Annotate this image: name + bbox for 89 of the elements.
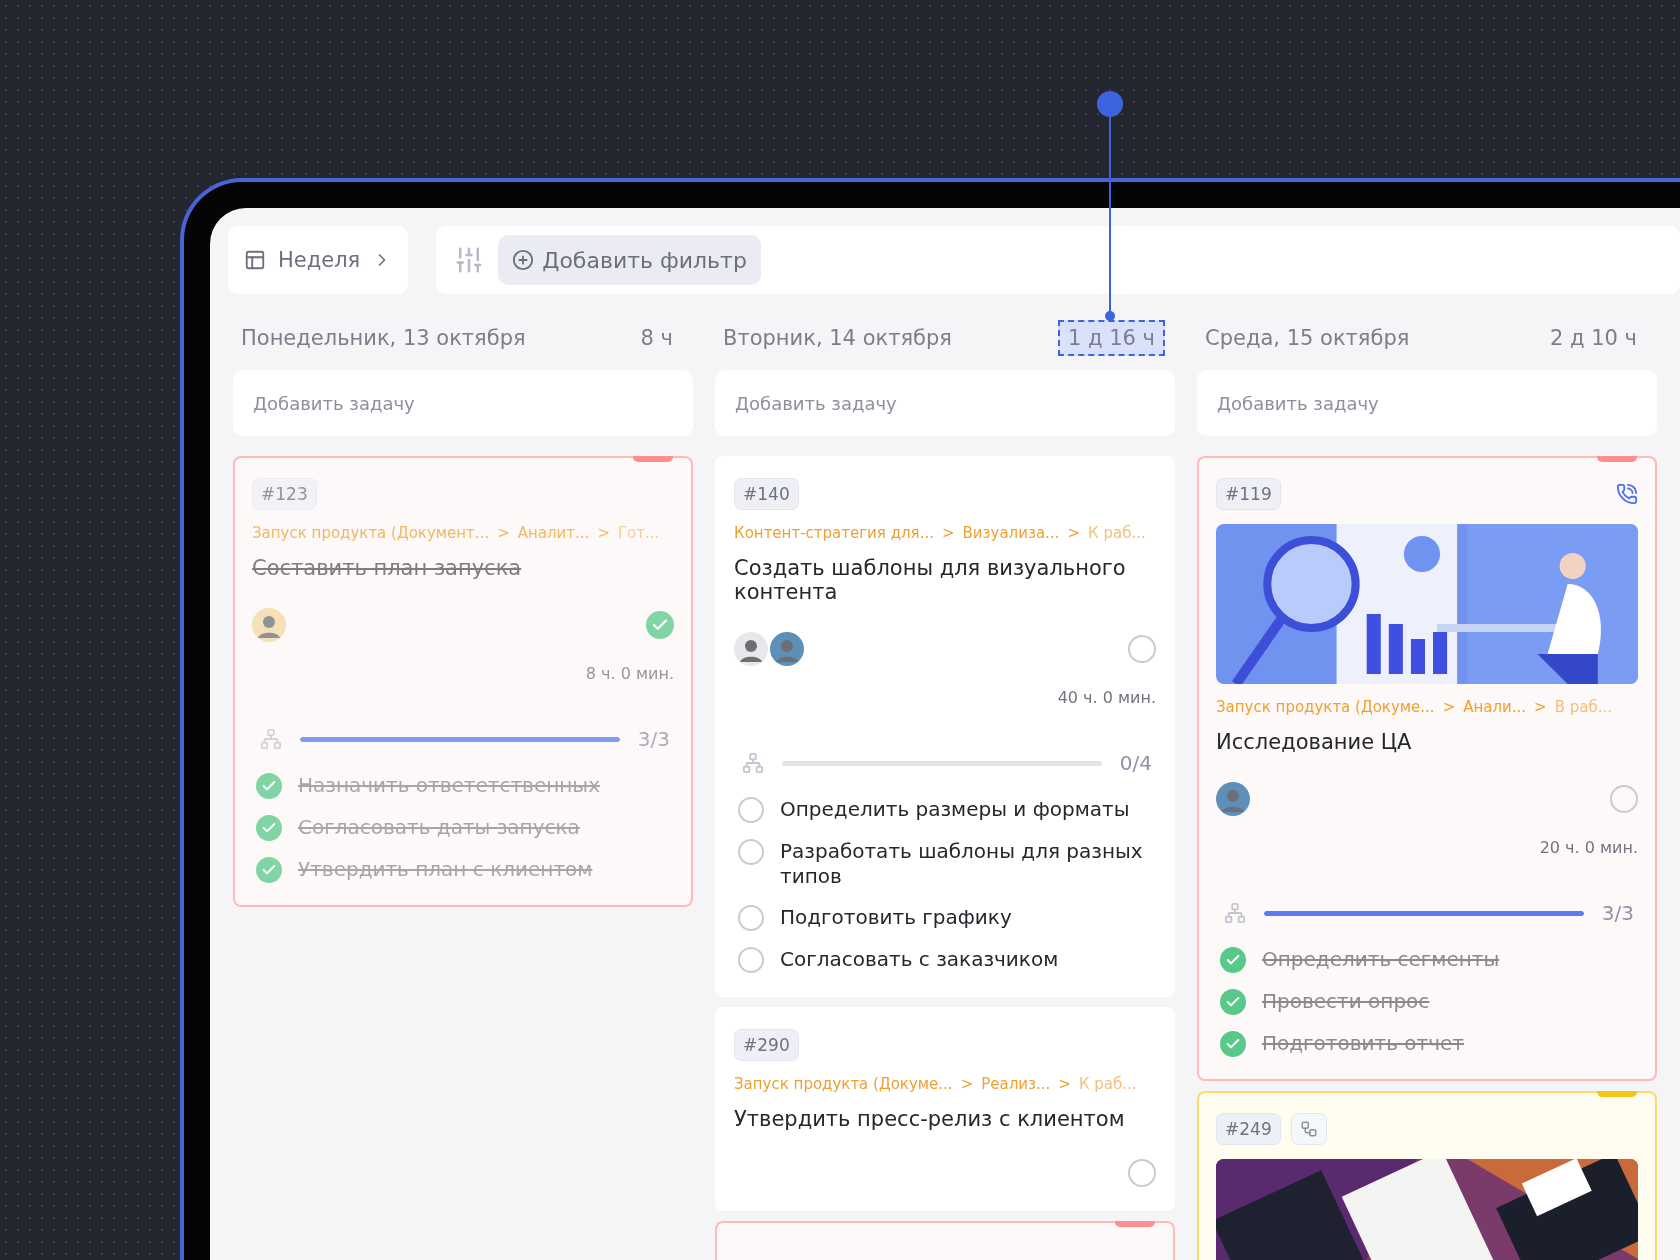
complete-checkbox[interactable] <box>646 611 674 639</box>
priority-tab <box>1597 1091 1637 1097</box>
plus-circle-icon <box>512 249 535 271</box>
subtask-text: Подготовить графику <box>780 905 1012 930</box>
subtask-checkbox[interactable] <box>738 905 764 931</box>
breadcrumb-link[interactable]: Контент-стратегия для... <box>734 524 934 542</box>
breadcrumb-separator: > <box>960 1075 974 1093</box>
subtask-checkbox[interactable] <box>738 839 764 865</box>
task-id: #123 <box>252 478 317 510</box>
subtask-text: Определить сегменты <box>1262 947 1500 972</box>
time-estimate: 40 ч. 0 мин. <box>1057 688 1156 707</box>
subtasks-icon <box>742 752 764 774</box>
subtask-text: Назначить ответетственных <box>298 773 600 798</box>
task-title: Исследование ЦА <box>1216 730 1413 754</box>
complete-checkbox[interactable] <box>1128 635 1156 663</box>
task-card[interactable]: #290 Запуск продукта (Докуме... > Реализ... > К раб... Утвердить пресс-релиз с клиентом <box>715 1007 1175 1211</box>
breadcrumb-link[interactable]: Анали... <box>1463 698 1527 716</box>
breadcrumb-separator: > <box>1442 698 1456 716</box>
subtask-checkbox[interactable] <box>256 857 282 883</box>
breadcrumb-separator: > <box>941 524 955 542</box>
task-id: #290 <box>734 1029 799 1061</box>
breadcrumb-separator: > <box>597 524 610 542</box>
task-card[interactable]: #123 Запуск продукта (Документ... > Аналит... > Гот... Составить план запуска 8 ч. 0 мин. 3/3 Назначить ответетственных Согласовать даты запуска Утвердить план с клиентом <box>233 456 693 907</box>
task-card[interactable]: #249 <box>1197 1091 1657 1260</box>
phone-icon[interactable] <box>1616 483 1638 505</box>
day-total: 1 д 16 ч <box>1057 320 1165 356</box>
time-estimate: 20 ч. 0 мин. <box>1539 838 1638 857</box>
breadcrumb-separator: > <box>1058 1075 1071 1093</box>
breadcrumb-link[interactable]: В раб... <box>1554 698 1612 716</box>
task-id: #140 <box>734 478 799 510</box>
breadcrumb-link[interactable]: Реализ... <box>981 1075 1051 1093</box>
subtask-text: Разработать шаблоны для разных типов <box>780 839 1144 889</box>
task-id: #119 <box>1216 478 1281 510</box>
subtask-text: Провести опрос <box>1262 989 1430 1014</box>
subtask-text: Согласовать даты запуска <box>298 815 580 840</box>
avatar <box>1216 782 1250 816</box>
breadcrumb-separator: > <box>1067 524 1080 542</box>
subtask-checkbox[interactable] <box>256 773 282 799</box>
task-card[interactable]: #119 Запуск продукта (Докуме... > Анали... > В раб... Исследование ЦА 20 ч. 0 мин. 3/3 Определить сегменты Провести опрос Подготовить отчет <box>1197 456 1657 1081</box>
time-estimate: 8 ч. 0 мин. <box>585 664 674 683</box>
breadcrumb-link[interactable]: Запуск продукта (Докуме... <box>1216 698 1435 716</box>
task-title: Составить план запуска <box>252 556 523 580</box>
add-task-field[interactable]: Добавить задачу <box>715 370 1175 436</box>
subtasks-icon <box>1224 902 1246 924</box>
subtasks-icon <box>260 728 282 750</box>
priority-tab <box>1597 456 1637 462</box>
breadcrumb-separator: > <box>497 524 510 542</box>
subtask-checkbox[interactable] <box>1220 1031 1246 1057</box>
day-title: Понедельник, 13 октября <box>241 326 526 350</box>
complete-checkbox[interactable] <box>1610 785 1638 813</box>
subtask-checkbox[interactable] <box>1220 947 1246 973</box>
avatar <box>734 632 768 666</box>
day-title: Вторник, 14 октября <box>723 326 952 350</box>
breadcrumb-link[interactable]: К раб... <box>1088 524 1146 542</box>
priority-tab <box>1115 1221 1155 1227</box>
add-filter-button[interactable]: Добавить фильтр <box>498 235 761 285</box>
connection-icon[interactable] <box>1290 1113 1327 1145</box>
avatar <box>252 608 286 642</box>
task-id: #249 <box>1216 1113 1281 1145</box>
avatar <box>770 632 804 666</box>
day-title: Среда, 15 октября <box>1205 326 1410 350</box>
layout-icon <box>244 249 266 271</box>
subtask-text: Подготовить отчет <box>1262 1031 1464 1056</box>
add-task-field[interactable]: Добавить задачу <box>233 370 693 436</box>
subtask-checkbox[interactable] <box>738 797 764 823</box>
breadcrumb-link[interactable]: К раб... <box>1078 1075 1137 1093</box>
subtask-count: 0/4 <box>1119 751 1152 775</box>
day-total: 2 д 10 ч <box>1548 325 1638 352</box>
task-card[interactable] <box>715 456 1175 997</box>
complete-checkbox[interactable] <box>1128 1159 1156 1187</box>
subtask-count: 3/3 <box>1601 901 1634 925</box>
subtask-text: Определить размеры и форматы <box>780 797 1130 822</box>
day-total: 8 ч <box>639 325 674 352</box>
task-title: Создать шаблоны для визуального контента <box>734 556 1127 604</box>
subtask-text: Утвердить план с клиентом <box>298 857 593 882</box>
subtask-count: 3/3 <box>637 727 670 751</box>
subtask-text: Согласовать с заказчиком <box>780 947 1059 972</box>
task-title: Утвердить пресс-релиз с клиентом <box>734 1107 1126 1131</box>
breadcrumb-link[interactable]: Запуск продукта (Докуме... <box>734 1075 953 1093</box>
breadcrumb-link[interactable]: Визуализа... <box>962 524 1060 542</box>
breadcrumb-link[interactable]: Аналит... <box>517 524 590 542</box>
subtask-checkbox[interactable] <box>256 815 282 841</box>
subtask-checkbox[interactable] <box>1220 989 1246 1015</box>
subtask-checkbox[interactable] <box>738 947 764 973</box>
add-task-field[interactable]: Добавить задачу <box>1197 370 1657 436</box>
breadcrumb-link[interactable]: Гот... <box>617 524 660 542</box>
breadcrumb-link[interactable]: Запуск продукта (Документ... <box>252 524 490 542</box>
priority-tab <box>633 456 673 462</box>
breadcrumb-separator: > <box>1534 698 1547 716</box>
